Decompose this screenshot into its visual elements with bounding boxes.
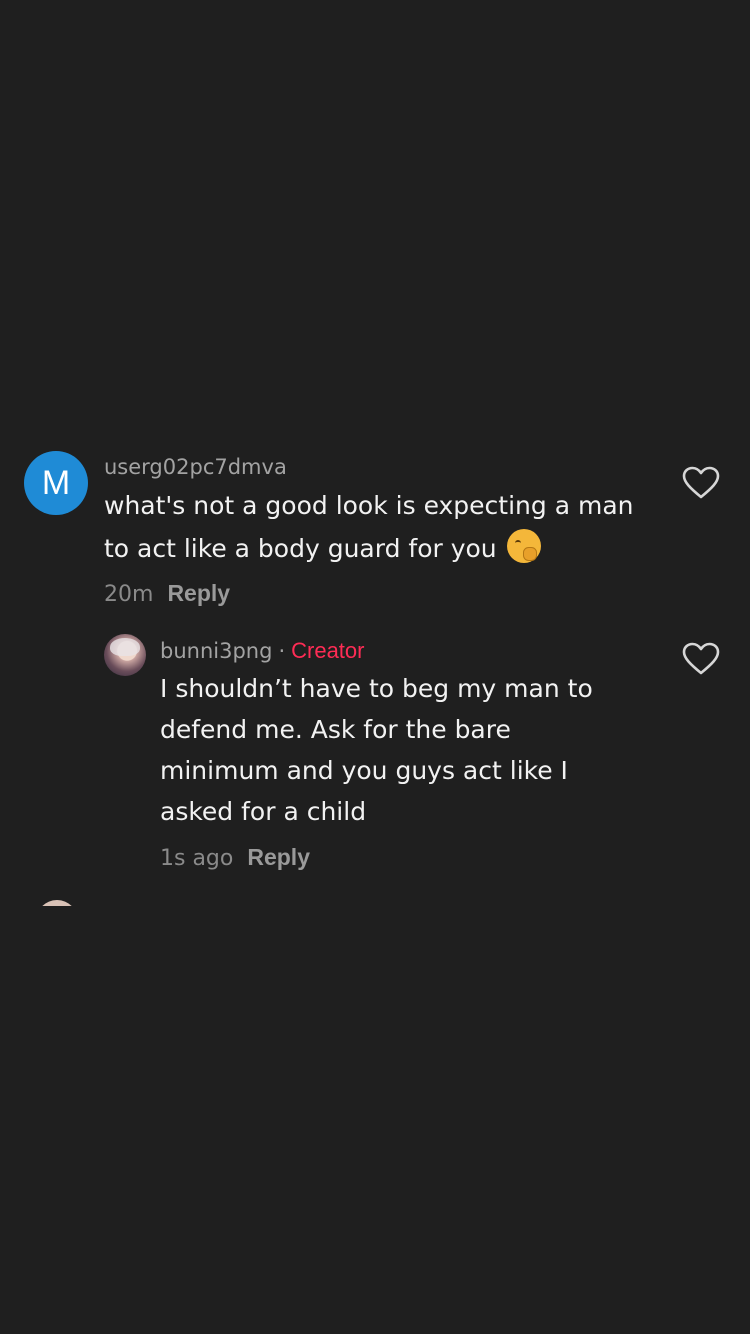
reply-header: bunni3png · Creator <box>160 634 630 668</box>
reply-body: bunni3png · Creator I shouldn’t have to be… <box>160 634 630 874</box>
next-comment-avatar <box>36 900 78 906</box>
heart-icon[interactable] <box>682 642 720 676</box>
reply-username[interactable]: bunni3png <box>160 639 272 663</box>
comments-screen: M userg02pc7dmva what's not a good look … <box>0 0 750 1334</box>
creator-badge: Creator <box>291 638 365 663</box>
comment-body: userg02pc7dmva what's not a good look is… <box>104 450 644 610</box>
creator-avatar[interactable] <box>104 634 146 676</box>
reply-meta: 1s ago Reply <box>160 842 630 874</box>
comment-meta: 20m Reply <box>104 578 644 610</box>
reply-button[interactable]: Reply <box>167 580 230 606</box>
separator-dot: · <box>278 639 286 663</box>
reply-text: I shouldn’t have to beg my man to defend… <box>160 674 593 826</box>
comment-text-content: what's not a good look is expecting a ma… <box>104 491 634 563</box>
reply-timestamp: 1s ago <box>160 846 234 871</box>
comment-timestamp: 20m <box>104 582 154 607</box>
user-avatar[interactable]: M <box>24 451 88 515</box>
heart-icon[interactable] <box>682 466 720 500</box>
comment-text: what's not a good look is expecting a ma… <box>104 484 644 570</box>
reply-button[interactable]: Reply <box>247 844 310 870</box>
comment-username[interactable]: userg02pc7dmva <box>104 450 644 484</box>
yawning-face-emoji-icon <box>506 529 541 563</box>
